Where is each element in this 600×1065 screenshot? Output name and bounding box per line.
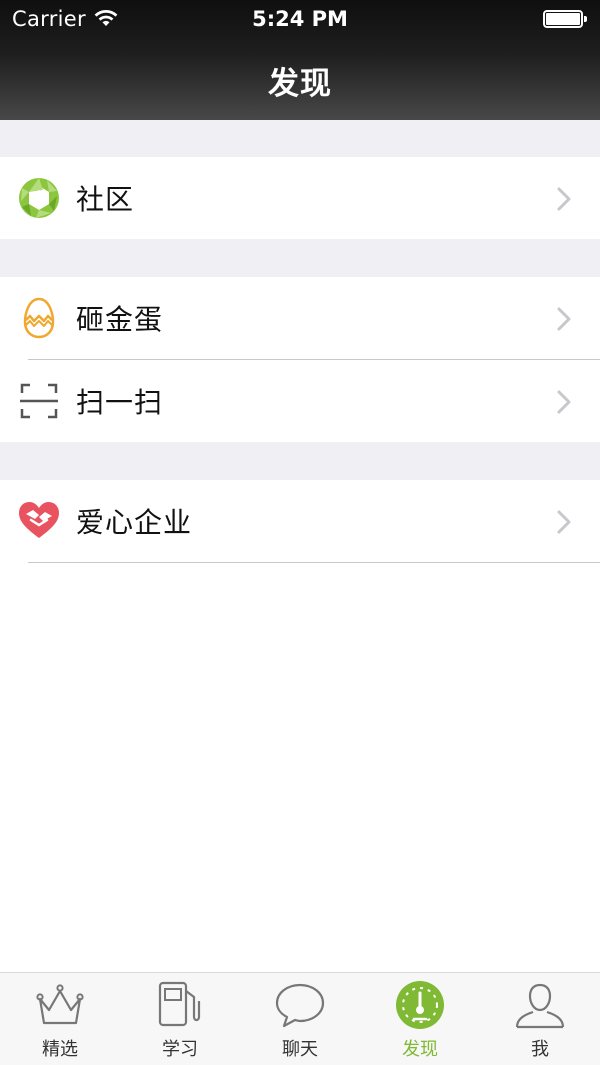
list-item-charity-company[interactable]: 爱心企业 bbox=[0, 480, 600, 562]
list-item-label: 砸金蛋 bbox=[76, 303, 164, 336]
section-gap bbox=[0, 120, 600, 157]
chat-bubble-icon bbox=[275, 983, 325, 1028]
list-item-label: 社区 bbox=[76, 183, 135, 216]
tab-featured[interactable]: 精选 bbox=[0, 973, 120, 1065]
tab-label: 发现 bbox=[402, 1039, 438, 1060]
chevron-right-icon bbox=[557, 187, 571, 211]
tab-label: 聊天 bbox=[282, 1039, 318, 1060]
tab-me[interactable]: 我 bbox=[480, 973, 600, 1065]
tab-label: 我 bbox=[531, 1039, 549, 1060]
status-time: 5:24 PM bbox=[252, 7, 348, 31]
aperture-icon bbox=[19, 178, 59, 218]
chevron-right-icon bbox=[557, 510, 571, 534]
list-item-label: 爱心企业 bbox=[76, 506, 193, 539]
tab-chat[interactable]: 聊天 bbox=[240, 973, 360, 1065]
list-item-scan[interactable]: 扫一扫 bbox=[0, 360, 600, 442]
list-item-golden-egg[interactable]: 砸金蛋 bbox=[0, 277, 600, 359]
crown-icon bbox=[36, 984, 84, 1025]
chevron-right-icon bbox=[557, 307, 571, 331]
compass-icon bbox=[396, 981, 444, 1029]
section-gap bbox=[0, 239, 600, 277]
section-gap bbox=[0, 442, 600, 480]
scan-icon bbox=[20, 383, 58, 419]
status-bar: Carrier 5:24 PM bbox=[0, 0, 600, 40]
navigation-header: Carrier 5:24 PM 发现 bbox=[0, 0, 600, 120]
heart-hands-icon bbox=[19, 502, 59, 538]
list-item-label: 扫一扫 bbox=[76, 386, 164, 419]
person-icon bbox=[515, 983, 565, 1029]
tab-discover[interactable]: 发现 bbox=[360, 973, 480, 1065]
list-item-community[interactable]: 社区 bbox=[0, 157, 600, 239]
tab-bar: 精选 学习 聊天 发现 我 bbox=[0, 972, 600, 1065]
page-title: 发现 bbox=[268, 66, 332, 102]
tab-label: 学习 bbox=[162, 1039, 198, 1060]
golden-egg-icon bbox=[23, 297, 55, 339]
fuel-pump-icon bbox=[158, 981, 201, 1027]
tab-label: 精选 bbox=[42, 1039, 78, 1060]
row-divider bbox=[28, 562, 600, 563]
battery-icon bbox=[543, 10, 587, 28]
chevron-right-icon bbox=[557, 390, 571, 414]
tab-study[interactable]: 学习 bbox=[120, 973, 240, 1065]
